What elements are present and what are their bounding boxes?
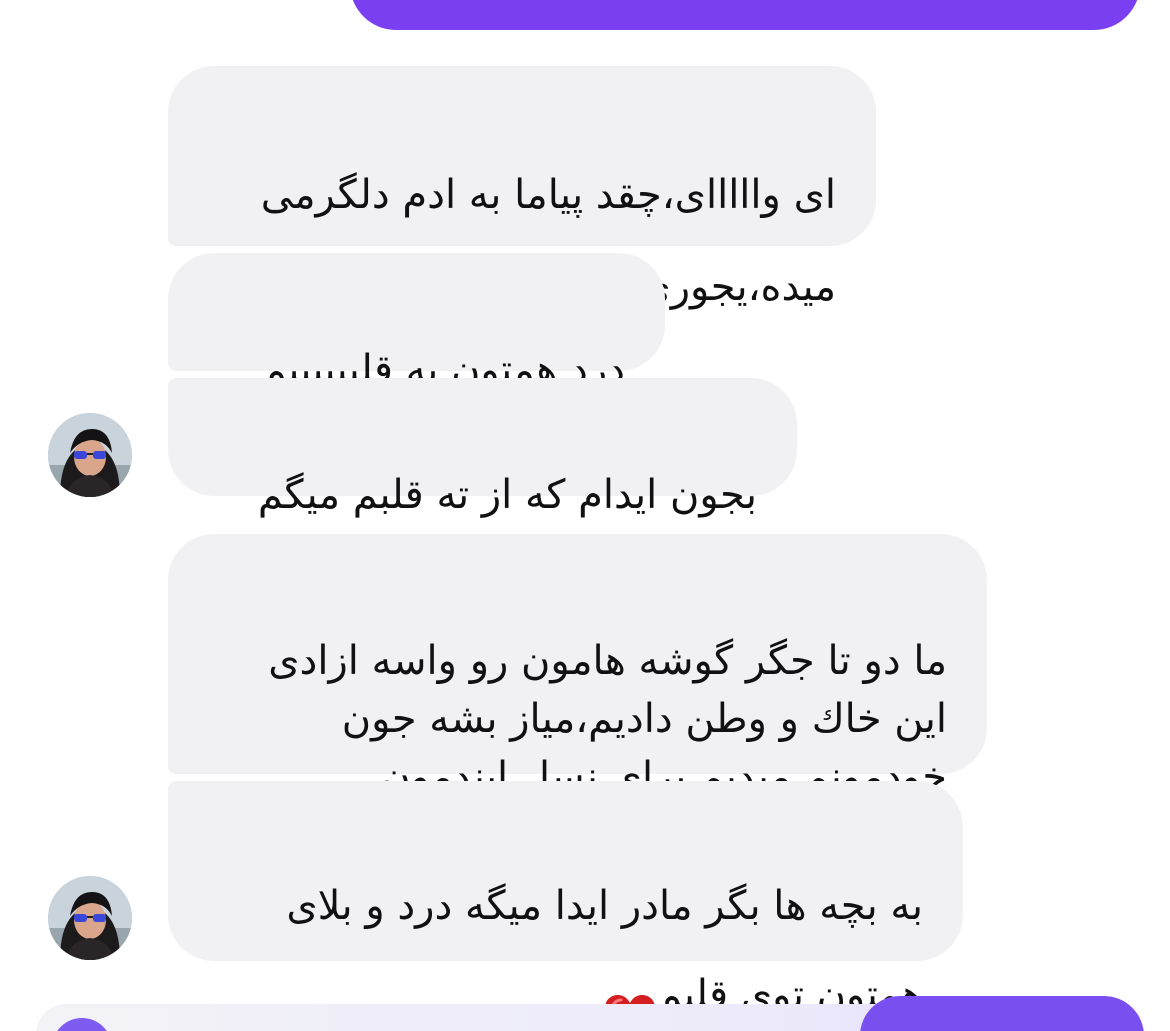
message-text: ما دو تا جگر گوشه هامون رو واسه ازادی ای… [268, 638, 947, 800]
message-text: بجون ایدام که از ته قلبم میگم [257, 472, 757, 518]
sent-message-bubble[interactable] [860, 996, 1144, 1031]
received-message-bubble[interactable]: درد همتون به قلببببببم [168, 253, 665, 393]
chat-screen: ای وااااای،چقد پیاما به ادم دلگرمی میده،… [0, 0, 1170, 1031]
received-message-bubble[interactable]: ما دو تا جگر گوشه هامون رو واسه ازادی ای… [168, 534, 987, 800]
received-message-bubble[interactable]: بجون ایدام که از ته قلبم میگم [168, 378, 797, 518]
sender-avatar[interactable] [48, 413, 132, 497]
sent-message-bubble[interactable] [350, 0, 1140, 30]
received-message-bubble[interactable]: به بچه ها بگر مادر ایدا میگه درد و بلای … [168, 781, 963, 1031]
received-message-bubble[interactable]: ای وااااای،چقد پیاما به ادم دلگرمی میده،… [168, 66, 876, 337]
sender-avatar[interactable] [48, 876, 132, 960]
